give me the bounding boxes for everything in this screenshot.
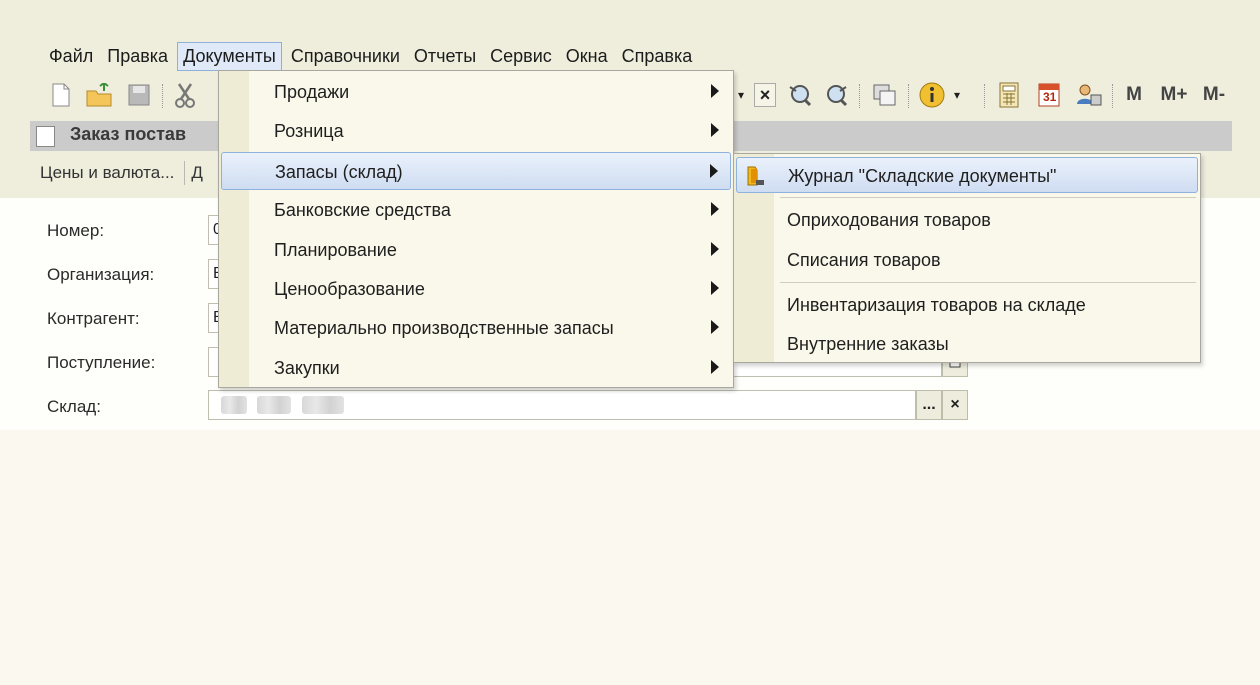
- submenu-arrow-icon: [711, 360, 719, 374]
- menu-reports[interactable]: Отчеты: [409, 43, 481, 70]
- submenu-item-warehouse-journal[interactable]: Журнал "Складские документы": [736, 157, 1198, 193]
- menu-item-label: Планирование: [274, 240, 397, 260]
- redacted-value: [221, 395, 247, 414]
- menu-service[interactable]: Сервис: [485, 43, 557, 70]
- memory-minus-button[interactable]: M-: [1196, 80, 1232, 110]
- toolbar-separator: [859, 84, 862, 108]
- submenu-item-label: Оприходования товаров: [787, 210, 991, 230]
- menu-catalogs[interactable]: Справочники: [286, 43, 405, 70]
- submenu-separator: [780, 282, 1196, 283]
- warehouse-choose-button[interactable]: ...: [916, 390, 942, 420]
- redacted-value: [257, 395, 292, 414]
- redacted-value: [301, 395, 344, 414]
- menu-item-label: Розница: [274, 121, 344, 141]
- menu-item-label: Запасы (склад): [275, 162, 403, 182]
- app-window: Файл Правка Документы Справочники Отчеты…: [0, 0, 1260, 685]
- calendar-icon[interactable]: 31: [1034, 80, 1064, 110]
- menu-item-label: Банковские средства: [274, 200, 451, 220]
- search-back-icon[interactable]: [784, 80, 814, 110]
- submenu-arrow-icon: [711, 84, 719, 98]
- command-button-partial[interactable]: Д: [191, 163, 203, 183]
- submenu-separator: [780, 197, 1196, 198]
- warehouse-clear-button[interactable]: ×: [942, 390, 968, 420]
- submenu-arrow-icon: [711, 281, 719, 295]
- submenu-arrow-icon: [710, 164, 718, 178]
- warehouse-field[interactable]: [208, 390, 916, 420]
- receipt-label: Поступление:: [47, 353, 156, 372]
- submenu-arrow-icon: [711, 202, 719, 216]
- calendar-day: 31: [1043, 90, 1057, 104]
- menu-item-purchases[interactable]: Закупки: [221, 349, 731, 387]
- new-document-icon[interactable]: [48, 80, 74, 110]
- open-folder-icon[interactable]: [84, 80, 114, 110]
- menu-item-inventory[interactable]: Запасы (склад): [221, 152, 731, 190]
- submenu-item-label: Журнал "Складские документы": [788, 166, 1057, 186]
- menu-item-label: Материально производственные запасы: [274, 318, 614, 338]
- memory-plus-button[interactable]: M+: [1156, 80, 1192, 110]
- number-label: Номер:: [47, 221, 105, 240]
- submenu-item-label: Списания товаров: [787, 250, 941, 270]
- submenu-item-internal-orders[interactable]: Внутренние заказы: [736, 326, 1198, 362]
- submenu-arrow-icon: [711, 123, 719, 137]
- info-icon[interactable]: [916, 80, 948, 110]
- save-icon[interactable]: [124, 80, 154, 110]
- menu-item-label: Закупки: [274, 358, 340, 378]
- counterparty-label: Контрагент:: [47, 309, 140, 328]
- toolbar-separator: [908, 84, 911, 108]
- submenu-arrow-icon: [711, 320, 719, 334]
- command-bar: Цены и валюта... Д: [30, 155, 203, 191]
- cut-icon[interactable]: [170, 80, 200, 110]
- command-separator: [184, 161, 186, 185]
- journal-icon: [747, 166, 764, 186]
- memory-m-button[interactable]: M: [1122, 80, 1146, 110]
- search-forward-icon[interactable]: [822, 80, 852, 110]
- calculator-icon[interactable]: [994, 80, 1024, 110]
- menu-item-label: Продажи: [274, 82, 350, 102]
- menu-item-label: Ценообразование: [274, 279, 425, 299]
- submenu-arrow-icon: [711, 242, 719, 256]
- toolbar-separator: [984, 84, 987, 108]
- document-title: Заказ постав: [70, 124, 187, 144]
- organization-label: Организация:: [47, 265, 155, 284]
- prices-currency-button[interactable]: Цены и валюта...: [40, 163, 174, 183]
- menubar: Файл Правка Документы Справочники Отчеты…: [44, 41, 701, 71]
- menu-item-sales[interactable]: Продажи: [221, 73, 731, 111]
- warehouse-label: Склад:: [47, 397, 101, 416]
- menu-edit[interactable]: Правка: [102, 43, 173, 70]
- menu-documents[interactable]: Документы: [177, 41, 282, 71]
- menu-item-pricing[interactable]: Ценообразование: [221, 270, 731, 308]
- submenu-item-label: Инвентаризация товаров на складе: [787, 295, 1086, 315]
- documents-dropdown-menu: Продажи Розница Запасы (склад) Банковски…: [218, 70, 734, 388]
- submenu-item-label: Внутренние заказы: [787, 334, 949, 354]
- document-icon: [36, 126, 55, 147]
- submenu-item-writeoffs[interactable]: Списания товаров: [736, 242, 1198, 278]
- toolbar-separator: [1112, 84, 1115, 108]
- clear-icon[interactable]: ×: [752, 80, 778, 110]
- menu-help[interactable]: Справка: [617, 43, 698, 70]
- windows-icon[interactable]: [870, 80, 900, 110]
- menu-item-retail[interactable]: Розница: [221, 112, 731, 150]
- menu-windows[interactable]: Окна: [561, 43, 613, 70]
- menu-item-bank[interactable]: Банковские средства: [221, 191, 731, 229]
- menu-item-materials[interactable]: Материально производственные запасы: [221, 309, 731, 347]
- menu-item-planning[interactable]: Планирование: [221, 231, 731, 269]
- submenu-item-receipts[interactable]: Оприходования товаров: [736, 202, 1198, 238]
- menu-file[interactable]: Файл: [44, 43, 98, 70]
- toolbar-separator: [162, 84, 165, 108]
- info-dropdown-arrow-icon[interactable]: ▾: [950, 80, 964, 110]
- users-icon[interactable]: [1074, 80, 1104, 110]
- submenu-item-stocktaking[interactable]: Инвентаризация товаров на складе: [736, 287, 1198, 323]
- inventory-submenu: Журнал "Складские документы" Оприходован…: [733, 153, 1201, 363]
